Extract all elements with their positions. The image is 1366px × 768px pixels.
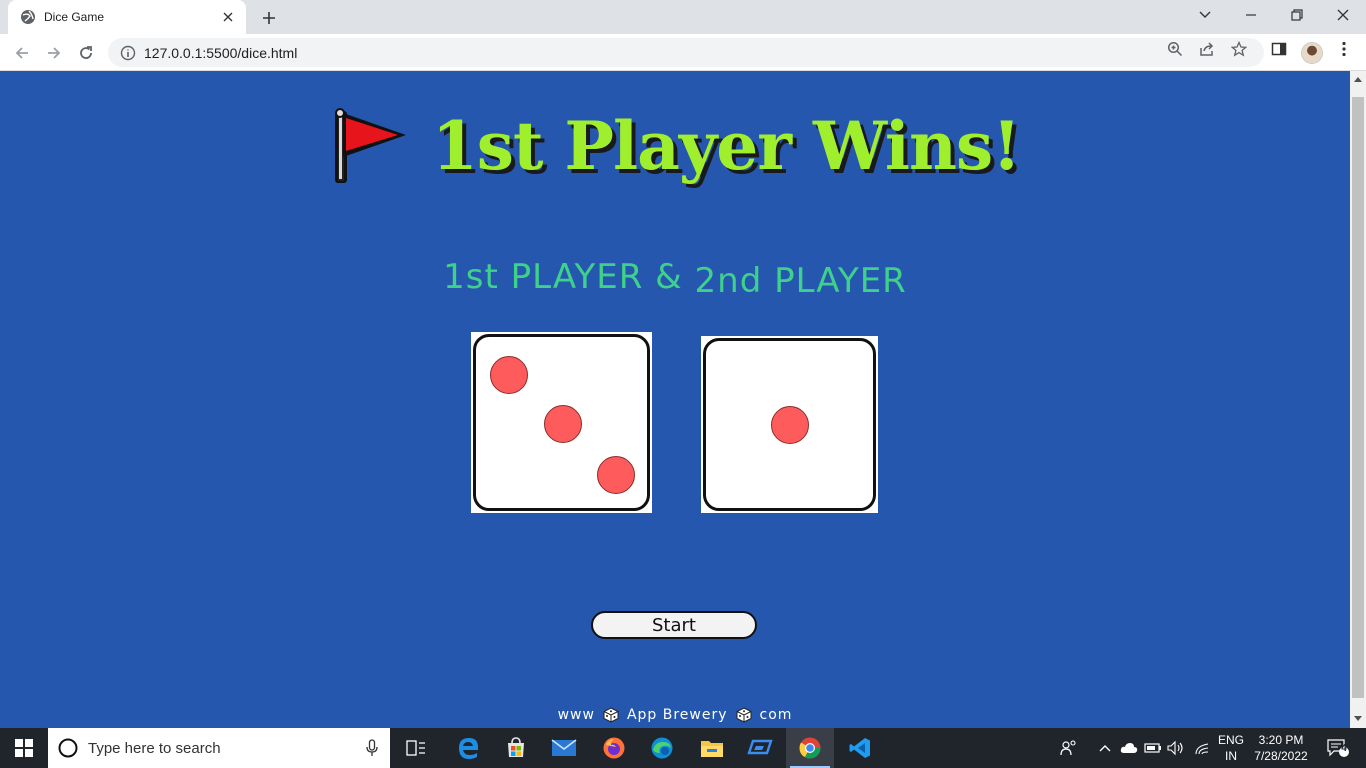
clock[interactable]: 3:20 PM 7/28/2022 <box>1250 728 1312 768</box>
scrollbar-thumb[interactable] <box>1352 97 1364 698</box>
tab-strip: Dice Game <box>0 0 1366 34</box>
remote-app-icon[interactable] <box>738 728 782 768</box>
site-info-icon[interactable] <box>120 45 136 61</box>
player2-label: 2nd PLAYER <box>694 261 907 301</box>
cortana-circle-icon <box>58 738 78 758</box>
die-pip <box>596 455 635 494</box>
edge-legacy-icon[interactable] <box>446 728 490 768</box>
file-explorer-icon[interactable] <box>690 728 734 768</box>
die-pip <box>770 405 809 444</box>
url-text: 127.0.0.1:5500/dice.html <box>144 44 298 61</box>
close-tab-icon[interactable] <box>220 9 236 25</box>
mail-icon[interactable] <box>542 728 586 768</box>
edge-icon[interactable] <box>640 728 684 768</box>
chrome-icon[interactable] <box>786 728 834 768</box>
page-viewport: 1st Player Wins! 1st PLAYER & 2nd PLAYER… <box>0 71 1350 728</box>
region-code: IN <box>1225 749 1237 763</box>
search-placeholder: Type here to search <box>88 739 221 757</box>
profile-avatar[interactable] <box>1301 42 1323 64</box>
footer-brand: App Brewery <box>626 707 728 723</box>
red-flag-icon <box>334 108 406 183</box>
notification-center-icon[interactable]: 4 <box>1320 728 1356 768</box>
winner-headline: 1st Player Wins! <box>431 107 1021 185</box>
clock-time: 3:20 PM <box>1258 733 1304 747</box>
players-heading: 1st PLAYER & 2nd PLAYER <box>0 257 1350 301</box>
address-bar[interactable]: 127.0.0.1:5500/dice.html <box>108 38 1264 67</box>
back-button[interactable] <box>9 40 35 66</box>
restore-button[interactable] <box>1274 0 1320 30</box>
taskbar-search-box[interactable]: Type here to search <box>48 728 390 768</box>
bookmark-star-icon[interactable] <box>1230 40 1248 58</box>
tab-search-chevron-icon[interactable] <box>1182 0 1228 30</box>
headline-row: 1st Player Wins! <box>0 101 1350 191</box>
player1-die <box>471 332 652 513</box>
dice-icon <box>603 707 619 723</box>
page-scrollbar[interactable] <box>1350 71 1366 728</box>
volume-icon[interactable] <box>1166 728 1186 768</box>
browser-toolbar: 127.0.0.1:5500/dice.html <box>0 34 1366 71</box>
start-button[interactable]: Start <box>591 611 757 639</box>
people-icon[interactable] <box>1058 728 1080 768</box>
footer-credit: www App Brewery com <box>0 707 1350 723</box>
share-icon[interactable] <box>1198 40 1216 58</box>
player2-die <box>701 336 878 513</box>
globe-icon <box>20 9 36 25</box>
zoom-icon[interactable] <box>1166 40 1184 58</box>
windows-start-icon[interactable] <box>0 728 48 768</box>
side-panel-icon[interactable] <box>1270 40 1288 58</box>
menu-kebab-icon[interactable] <box>1335 40 1353 58</box>
minimize-button[interactable] <box>1228 0 1274 30</box>
language-indicator[interactable]: ENG IN <box>1214 728 1248 768</box>
vscode-icon[interactable] <box>838 728 882 768</box>
show-hidden-icons-chevron-icon[interactable] <box>1096 728 1114 768</box>
scroll-up-arrow-icon[interactable] <box>1354 77 1362 82</box>
forward-button[interactable] <box>41 40 67 66</box>
firefox-icon[interactable] <box>592 728 636 768</box>
battery-icon[interactable] <box>1143 728 1163 768</box>
dice-icon <box>736 707 752 723</box>
microphone-icon[interactable] <box>366 739 378 757</box>
close-window-button[interactable] <box>1320 0 1366 30</box>
wifi-icon[interactable] <box>1192 728 1212 768</box>
footer-www: www <box>557 707 595 723</box>
task-view-icon[interactable] <box>396 728 436 768</box>
player1-label: 1st PLAYER & <box>443 257 683 297</box>
tab-title: Dice Game <box>44 10 105 24</box>
footer-com: com <box>759 707 793 723</box>
language-code: ENG <box>1217 733 1244 747</box>
new-tab-button[interactable] <box>258 7 280 29</box>
reload-button[interactable] <box>73 40 99 66</box>
microsoft-store-icon[interactable] <box>494 728 538 768</box>
onedrive-cloud-icon[interactable] <box>1118 728 1140 768</box>
scroll-down-arrow-icon[interactable] <box>1354 716 1362 721</box>
notification-count: 4 <box>1341 743 1347 754</box>
windows-taskbar: Type here to search ENG IN 3:20 PM 7/28/… <box>0 728 1366 768</box>
tab-dice-game[interactable]: Dice Game <box>8 0 246 34</box>
clock-date: 7/28/2022 <box>1254 749 1308 763</box>
